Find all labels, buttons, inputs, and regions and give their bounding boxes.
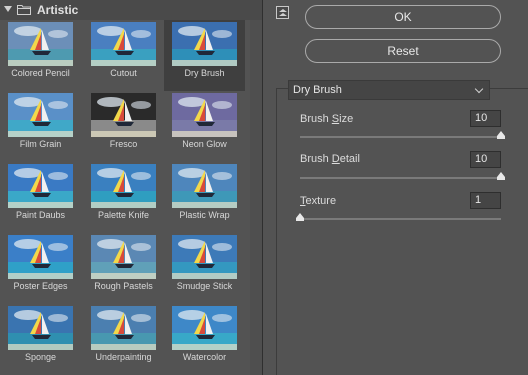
brush-size-label: Brush Size bbox=[300, 113, 354, 125]
filter-thumbnail-smudge-stick[interactable]: Smudge Stick bbox=[164, 233, 245, 304]
filter-thumbnail-label: Film Grain bbox=[19, 139, 62, 149]
brush-detail-slider-track[interactable] bbox=[300, 177, 501, 179]
category-label: Artistic bbox=[37, 3, 79, 17]
filter-select-value: Dry Brush bbox=[293, 84, 342, 96]
folder-icon bbox=[17, 5, 31, 15]
filter-settings-panel: OK Reset Dry Brush Brush Size 10 Brush D… bbox=[263, 0, 528, 375]
filter-thumbnail-label: Paint Daubs bbox=[15, 210, 66, 220]
brush-detail-input[interactable]: 10 bbox=[470, 151, 501, 168]
texture-input[interactable]: 1 bbox=[470, 192, 501, 209]
filter-thumbnail-label: Cutout bbox=[110, 68, 137, 78]
chevron-up-icon bbox=[279, 9, 287, 12]
filter-thumbnail-poster-edges[interactable]: Poster Edges bbox=[0, 233, 81, 304]
filter-thumbnail-label: Neon Glow bbox=[182, 139, 227, 149]
filter-thumbnail-label: Smudge Stick bbox=[176, 281, 233, 291]
filter-thumbnail-fresco[interactable]: Fresco bbox=[83, 91, 164, 162]
filter-thumbnail-palette-knife[interactable]: Palette Knife bbox=[83, 162, 164, 233]
filter-thumbnail-grid: Colored Pencil Cutout Dry Brush Film Grain F… bbox=[0, 20, 250, 375]
thumbnail-scrollbar[interactable] bbox=[250, 20, 262, 375]
filter-select-dropdown[interactable]: Dry Brush bbox=[288, 80, 490, 100]
filter-thumbnail-label: Watercolor bbox=[182, 352, 227, 362]
brush-size-input[interactable]: 10 bbox=[470, 110, 501, 127]
filter-thumbnail-label: Sponge bbox=[24, 352, 57, 362]
filter-thumbnail-sponge[interactable]: Sponge bbox=[0, 304, 81, 375]
reset-button[interactable]: Reset bbox=[305, 39, 501, 63]
ok-button[interactable]: OK bbox=[305, 5, 501, 29]
filter-thumbnail-underpainting[interactable]: Underpainting bbox=[83, 304, 164, 375]
filter-thumbnail-cutout[interactable]: Cutout bbox=[83, 20, 164, 91]
filter-thumbnail-label: Dry Brush bbox=[184, 68, 225, 78]
filter-thumbnail-rough-pastels[interactable]: Rough Pastels bbox=[83, 233, 164, 304]
texture-label: Texture bbox=[300, 195, 337, 207]
category-header-artistic[interactable]: Artistic bbox=[0, 0, 262, 20]
filter-thumbnail-label: Rough Pastels bbox=[94, 281, 153, 291]
chevron-down-icon bbox=[474, 84, 484, 94]
filter-thumbnail-plastic-wrap[interactable]: Plastic Wrap bbox=[164, 162, 245, 233]
filter-thumbnail-label: Palette Knife bbox=[97, 210, 150, 220]
filter-thumbnail-dry-brush[interactable]: Dry Brush bbox=[164, 20, 245, 91]
brush-detail-label: Brush Detail bbox=[300, 153, 360, 165]
filter-thumbnail-label: Fresco bbox=[109, 139, 138, 149]
filter-gallery-panel: Artistic Colored Pencil Cutout Dry Brush Fi… bbox=[0, 0, 262, 375]
filter-thumbnail-neon-glow[interactable]: Neon Glow bbox=[164, 91, 245, 162]
filter-thumbnail-film-grain[interactable]: Film Grain bbox=[0, 91, 81, 162]
filter-thumbnail-label: Plastic Wrap bbox=[179, 210, 230, 220]
expand-arrow-icon[interactable] bbox=[4, 6, 12, 12]
collapse-gallery-button[interactable] bbox=[276, 6, 289, 19]
texture-slider-track[interactable] bbox=[300, 218, 501, 220]
filter-thumbnail-colored-pencil[interactable]: Colored Pencil bbox=[0, 20, 81, 91]
filter-thumbnail-label: Poster Edges bbox=[13, 281, 68, 291]
filter-thumbnail-label: Colored Pencil bbox=[11, 68, 70, 78]
filter-thumbnail-paint-daubs[interactable]: Paint Daubs bbox=[0, 162, 81, 233]
filter-options-box bbox=[276, 88, 528, 375]
filter-thumbnail-watercolor[interactable]: Watercolor bbox=[164, 304, 245, 375]
chevron-up-icon-2 bbox=[279, 13, 287, 16]
brush-size-slider-track[interactable] bbox=[300, 136, 501, 138]
filter-thumbnail-label: Underpainting bbox=[95, 352, 152, 362]
